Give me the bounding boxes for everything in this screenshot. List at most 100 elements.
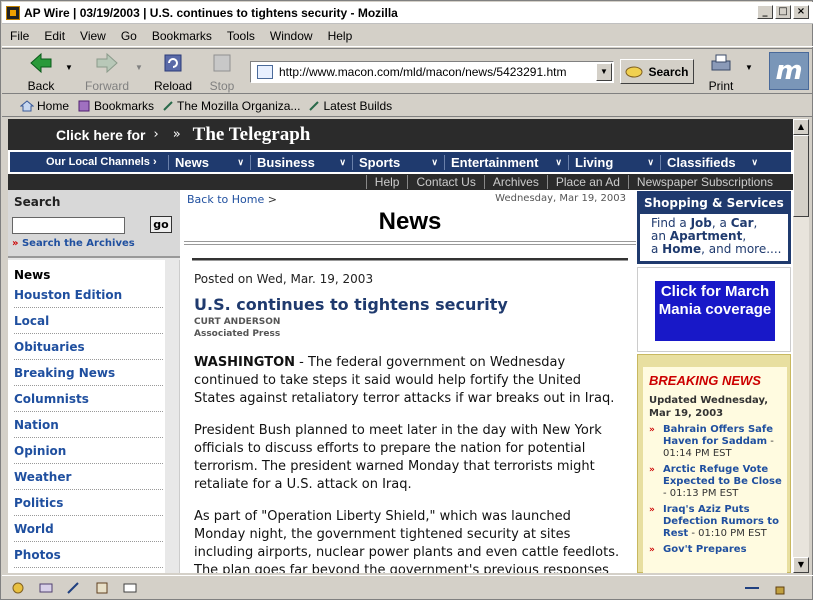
nav-politics[interactable]: Politics [14,490,163,516]
url-field[interactable]: http://www.macon.com/mld/macon/news/5423… [250,61,614,83]
printer-icon [711,54,731,71]
double-arrow-icon: » [649,425,655,435]
scroll-up-button[interactable]: ▲ [793,119,809,135]
chat-icon[interactable] [122,581,138,595]
job-link[interactable]: Job [691,216,712,230]
channel-classifieds[interactable]: Classifieds ∨ [660,154,764,170]
forward-arrow-icon [96,52,118,74]
vertical-scrollbar[interactable]: ▲ ▼ [793,119,809,573]
archives-link[interactable]: Archives [483,175,547,189]
menu-file[interactable]: File [10,29,29,43]
mozilla-logo[interactable]: m [769,52,809,90]
personal-toolbar: Home Bookmarks The Mozilla Organiza... L… [2,95,813,117]
march-mania-ad[interactable]: Click for March Mania coverage [655,281,775,341]
title-bar: AP Wire | 03/19/2003 | U.S. continues to… [2,2,813,24]
menu-tools[interactable]: Tools [227,29,255,43]
double-arrow-icon: » [649,505,655,515]
bookmark-mozilla-org[interactable]: The Mozilla Organiza... [162,99,300,113]
menu-bookmarks[interactable]: Bookmarks [152,29,212,43]
breaking-news-box: BREAKING NEWS Updated Wednesday, Mar 19,… [637,354,791,573]
nav-photos[interactable]: Photos [14,542,163,568]
breaking-item[interactable]: » Iraq's Aziz Puts Defection Rumors to Re… [643,500,787,540]
left-sidebar: Search go » Search the Archives News Hou… [8,190,180,573]
nav-houston-edition[interactable]: Houston Edition [14,282,163,308]
forward-dropdown[interactable]: ▼ [134,63,144,72]
print-button[interactable]: Print [702,52,740,93]
channel-sports[interactable]: Sports ∨ [352,154,444,170]
bookmark-bookmarks[interactable]: Bookmarks [77,99,154,113]
nav-columnists[interactable]: Columnists [14,386,163,412]
minimize-button[interactable]: _ [757,5,773,19]
maximize-button[interactable]: □ [775,5,791,19]
nav-obituaries[interactable]: Obituaries [14,334,163,360]
telegraph-logo[interactable]: The Telegraph [193,124,311,146]
nav-world[interactable]: World [14,516,163,542]
composer-icon[interactable] [66,581,82,595]
mail-icon[interactable] [38,581,54,595]
click-here-link[interactable]: Click here for [56,127,145,143]
place-ad-link[interactable]: Place an Ad [546,175,628,189]
close-button[interactable]: × [793,5,809,19]
stop-label: Stop [209,79,235,93]
addressbook-icon[interactable] [94,581,110,595]
print-dropdown[interactable]: ▼ [744,63,754,72]
home-icon [20,99,34,111]
channel-living[interactable]: Living ∨ [568,154,660,170]
reload-icon [164,54,182,72]
bookmark-latest-builds[interactable]: Latest Builds [308,99,392,113]
subscriptions-link[interactable]: Newspaper Subscriptions [627,175,781,189]
menu-view[interactable]: View [80,29,106,43]
scroll-thumb[interactable] [793,135,809,217]
menu-go[interactable]: Go [121,29,137,43]
navigator-icon[interactable] [10,581,26,595]
reload-button[interactable]: Reload [152,52,194,93]
bookmark-home-label: Home [37,98,70,113]
apartment-link[interactable]: Apartment [670,229,743,243]
nav-opinion[interactable]: Opinion [14,438,163,464]
channel-news[interactable]: News ∨ [168,154,250,170]
breaking-news-heading: BREAKING NEWS [649,373,761,388]
bookmark-mozilla-org-label: The Mozilla Organiza... [177,98,301,113]
browser-window: AP Wire | 03/19/2003 | U.S. continues to… [0,0,813,600]
search-archives-link[interactable]: » Search the Archives [12,238,135,249]
nav-weather[interactable]: Weather [14,464,163,490]
reload-label: Reload [153,79,193,93]
scroll-down-button[interactable]: ▼ [793,557,809,573]
back-dropdown[interactable]: ▼ [64,63,74,72]
back-button[interactable]: Back [20,52,62,93]
back-to-home-link[interactable]: Back to Home > [187,193,277,206]
updated-date: Updated Wednesday, Mar 19, 2003 [649,395,768,419]
security-lock-icon[interactable] [772,581,788,595]
url-dropdown[interactable]: ▼ [596,63,612,81]
nav-nation[interactable]: Nation [14,412,163,438]
channel-entertainment[interactable]: Entertainment ∨ [444,154,568,170]
paragraph-2: President Bush planned to meet later in … [194,423,602,492]
site-search-input[interactable] [12,217,125,234]
breaking-item[interactable]: » Arctic Refuge Vote Expected to Be Close… [643,460,787,500]
double-arrow-icon: » [649,465,655,475]
car-link[interactable]: Car [731,216,754,230]
breaking-item[interactable]: » Bahrain Offers Safe Haven for Saddam - … [643,420,787,460]
search-button[interactable]: Search [620,59,694,84]
breaking-item[interactable]: » Gov't Prepares [643,540,787,556]
online-status-icon[interactable] [744,581,760,595]
go-button[interactable]: go [150,216,172,233]
help-link[interactable]: Help [365,175,408,189]
home-link[interactable]: Home [662,242,701,256]
menu-edit[interactable]: Edit [44,29,65,43]
stop-button[interactable]: Stop [202,52,242,93]
mozilla-icon [6,5,20,20]
back-label: Back [27,79,55,93]
contact-us-link[interactable]: Contact Us [407,175,483,189]
channel-business[interactable]: Business ∨ [250,154,352,170]
nav-local[interactable]: Local [14,308,163,334]
bookmark-home[interactable]: Home [20,99,69,113]
nav-breaking-news[interactable]: Breaking News [14,360,163,386]
forward-button[interactable]: Forward [82,52,132,93]
utility-links: Help Contact Us Archives Place an Ad New… [8,174,793,190]
bookmarks-icon [78,100,90,111]
menu-window[interactable]: Window [270,29,313,43]
menu-help[interactable]: Help [328,29,353,43]
site-search-box: Search go » Search the Archives [8,190,180,258]
status-bar [2,575,813,600]
